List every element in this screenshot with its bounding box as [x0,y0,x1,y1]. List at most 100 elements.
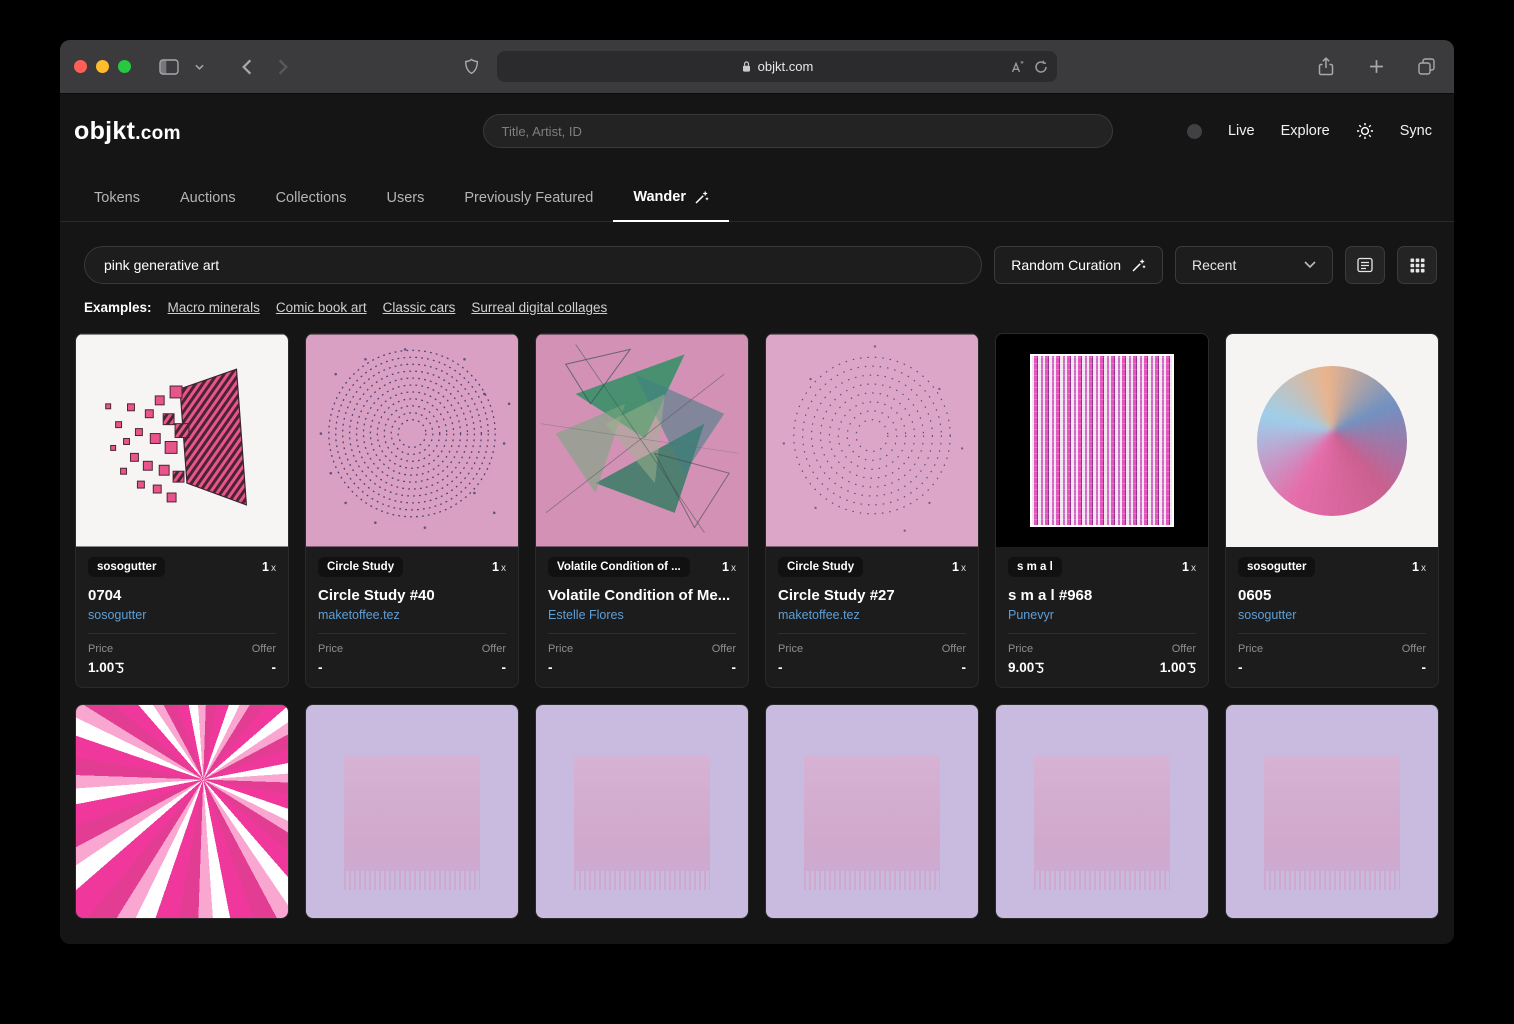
token-grid-row-1: sosogutter 1x 0704 sosogutter Price 1.00… [60,315,1454,688]
logo-main: objkt [74,116,136,145]
editions-number: 1 [262,560,269,574]
forward-button[interactable] [269,53,297,81]
token-card[interactable] [765,704,979,919]
tab-bar: Tokens Auctions Collections Users Previo… [60,174,1454,222]
collection-badge[interactable]: Circle Study [778,557,864,577]
artist-link[interactable]: maketoffee.tez [318,608,506,622]
collection-badge[interactable]: sosogutter [88,557,166,577]
token-title[interactable]: Circle Study #40 [318,587,506,604]
token-artwork [536,705,748,918]
collection-badge[interactable]: Circle Study [318,557,404,577]
example-link-comic-book-art[interactable]: Comic book art [276,300,367,315]
new-tab-button[interactable] [1362,53,1390,81]
close-button[interactable] [74,60,87,73]
privacy-report-button[interactable] [457,53,485,81]
back-button[interactable] [233,53,261,81]
grid-view-button[interactable] [1397,246,1437,284]
tab-users[interactable]: Users [367,174,445,221]
translate-icon[interactable] [1010,60,1024,74]
token-title[interactable]: Circle Study #27 [778,587,966,604]
artist-link[interactable]: sosogutter [88,608,276,622]
reload-icon[interactable] [1034,60,1048,74]
minimize-button[interactable] [96,60,109,73]
tab-wander[interactable]: Wander [613,174,729,222]
offer-label: Offer [1401,643,1426,655]
token-card[interactable] [995,704,1209,919]
tab-overview-button[interactable] [1412,53,1440,81]
token-card[interactable]: Volatile Condition of ... 1x Volatile Co… [535,333,749,688]
token-card[interactable] [305,704,519,919]
wander-query-input[interactable] [84,246,983,284]
token-card[interactable] [75,704,289,919]
nav-live[interactable]: Live [1228,123,1255,139]
avatar[interactable] [1186,123,1202,139]
address-bar[interactable]: objkt.com [497,51,1057,82]
site-logo[interactable]: objkt.com [74,117,181,145]
token-card[interactable] [1225,704,1439,919]
collection-badge[interactable]: sosogutter [1238,557,1316,577]
editions-count: 1x [1412,560,1426,574]
plus-icon [1369,60,1383,73]
price-offer-row: Price - Offer - [548,633,736,675]
sidebar-chevron-button[interactable] [191,53,207,81]
collection-badge[interactable]: Volatile Condition of ... [548,557,690,577]
editions-count: 1x [1182,560,1196,574]
theme-toggle-button[interactable] [1356,122,1374,140]
price-offer-row: Price 9.00 Offer 1.00 [1008,633,1196,675]
example-link-macro-minerals[interactable]: Macro minerals [168,300,260,315]
token-title[interactable]: s m a l #968 [1008,587,1196,604]
price-label: Price [88,643,114,655]
token-title[interactable]: 0704 [88,587,276,604]
artist-link[interactable]: Punevyr [1008,608,1196,622]
token-card[interactable] [535,704,749,919]
token-artwork [766,705,978,918]
token-card[interactable]: Circle Study 1x Circle Study #27 maketof… [765,333,979,688]
token-card[interactable]: s m a l 1x s m a l #968 Punevyr Price 9.… [995,333,1209,688]
price-value: 9.00 [1008,660,1045,675]
tab-previously-featured[interactable]: Previously Featured [444,174,613,221]
token-artwork [766,334,978,547]
token-artwork [996,334,1208,547]
artist-link[interactable]: sosogutter [1238,608,1426,622]
nav-explore[interactable]: Explore [1281,123,1330,139]
tab-auctions[interactable]: Auctions [160,174,256,221]
site-header: objkt.com Live Explore Sync [60,94,1454,164]
token-artwork [1226,705,1438,918]
price-value: - [318,660,343,675]
example-link-surreal-digital-collages[interactable]: Surreal digital collages [471,300,607,315]
token-card[interactable]: sosogutter 1x 0704 sosogutter Price 1.00… [75,333,289,688]
collection-badge[interactable]: s m a l [1008,557,1062,577]
editions-count: 1x [262,560,276,574]
editions-number: 1 [492,560,499,574]
tab-tokens[interactable]: Tokens [74,174,160,221]
random-curation-button[interactable]: Random Curation [994,246,1163,284]
toolbar-center: objkt.com [457,51,1057,82]
sidebar-toggle-button[interactable] [155,53,183,81]
price-amount: - [778,660,783,675]
site-search-input[interactable] [483,114,1114,148]
example-link-classic-cars[interactable]: Classic cars [383,300,456,315]
share-button[interactable] [1312,53,1340,81]
token-title[interactable]: Volatile Condition of Me... [548,587,736,604]
nav-sync[interactable]: Sync [1400,123,1432,139]
fullscreen-button[interactable] [118,60,131,73]
list-view-button[interactable] [1345,246,1385,284]
price-label: Price [778,643,804,655]
offer-value: - [502,660,507,675]
artist-link[interactable]: Estelle Flores [548,608,736,622]
artwork-marble-sphere [1257,366,1407,516]
tez-icon [115,662,125,673]
price-amount: 9.00 [1008,660,1035,675]
token-card[interactable]: Circle Study 1x Circle Study #40 maketof… [305,333,519,688]
sort-select[interactable]: Recent [1175,246,1333,284]
token-title[interactable]: 0605 [1238,587,1426,604]
artist-link[interactable]: maketoffee.tez [778,608,966,622]
editions-x: x [961,563,966,574]
token-card-info: sosogutter 1x 0605 sosogutter Price - Of… [1226,547,1438,687]
price-value: 1.00 [88,660,125,675]
token-card[interactable]: sosogutter 1x 0605 sosogutter Price - Of… [1225,333,1439,688]
tab-collections[interactable]: Collections [256,174,367,221]
editions-x: x [271,563,276,574]
offer-amount: - [961,660,967,675]
editions-count: 1x [952,560,966,574]
